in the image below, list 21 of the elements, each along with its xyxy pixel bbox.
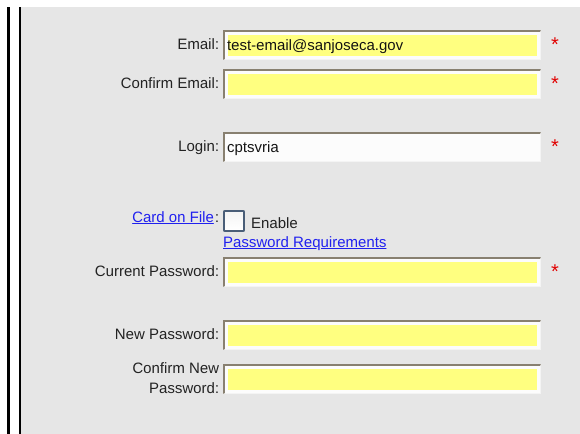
checkbox[interactable] (223, 210, 245, 232)
field-label: Email: (177, 35, 219, 55)
field-label: Confirm Email: (120, 74, 219, 94)
field-label: Login: (178, 137, 219, 157)
card-on-file-link[interactable]: Card on File (132, 209, 214, 226)
colon: : (214, 209, 219, 226)
input-field[interactable] (223, 257, 541, 287)
input-field[interactable] (223, 320, 541, 350)
field-label: Confirm New Password: (131, 359, 219, 399)
input-field[interactable] (223, 69, 541, 99)
input-field[interactable]: cptsvria (223, 132, 541, 162)
input-field[interactable]: test-email@sanjoseca.gov (223, 30, 541, 60)
input-field[interactable] (223, 364, 541, 394)
checkbox-label: Enable (251, 215, 298, 232)
field-label: New Password: (114, 325, 219, 345)
field-label: Current Password: (94, 262, 219, 282)
required-marker: * (551, 34, 559, 56)
required-marker: * (551, 72, 559, 96)
password-requirements-link[interactable]: Password Requirements (223, 234, 386, 251)
required-marker: * (551, 260, 559, 284)
required-marker: * (551, 136, 559, 158)
